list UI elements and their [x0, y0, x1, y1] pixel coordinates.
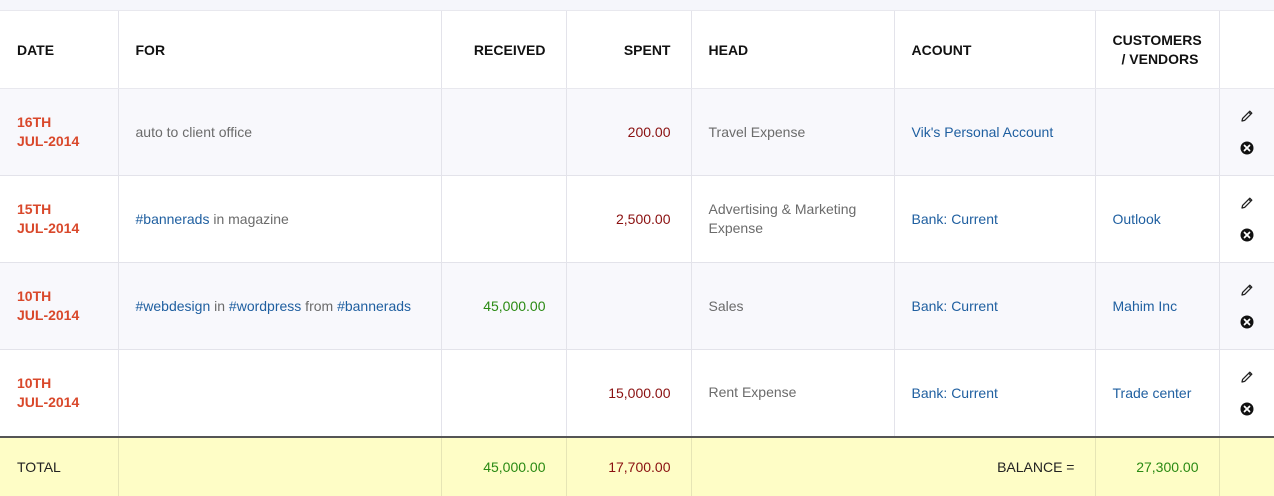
for-cell: auto to client office — [118, 88, 442, 176]
pencil-icon[interactable] — [1239, 108, 1255, 124]
actions-cell — [1219, 175, 1274, 263]
hashtag-link[interactable]: #webdesign — [136, 298, 211, 314]
top-strip — [0, 0, 1274, 11]
account-cell: Vik's Personal Account — [894, 88, 1096, 176]
customer-link[interactable]: Mahim Inc — [1113, 298, 1178, 314]
hashtag-link[interactable]: #wordpress — [229, 298, 301, 314]
head-cell: Travel Expense — [691, 88, 895, 176]
spent-cell: 200.00 — [566, 88, 692, 176]
total-label: TOTAL — [0, 436, 119, 496]
total-actions-empty — [1219, 436, 1274, 496]
received-cell: 45,000.00 — [441, 262, 567, 350]
actions-cell — [1219, 349, 1274, 438]
date-cell: 10TH JUL-2014 — [0, 349, 119, 438]
for-text: auto to client office — [135, 124, 252, 140]
received-cell — [441, 349, 567, 438]
table-row: 10TH JUL-2014 15,000.00 Rent Expense Bank: C… — [0, 349, 1274, 438]
customer-cell: Outlook — [1095, 175, 1220, 263]
col-head-header[interactable]: HEAD — [691, 11, 895, 89]
date-cell: 10TH JUL-2014 — [0, 262, 119, 350]
account-link[interactable]: Bank: Current — [912, 211, 998, 227]
close-circle-icon[interactable] — [1239, 227, 1255, 243]
totals-row: TOTAL 45,000.00 17,700.00 BALANCE = 27,3… — [0, 436, 1274, 496]
total-for-empty — [118, 436, 442, 496]
table-row: 15TH JUL-2014 #bannerads in magazine 2,500.… — [0, 175, 1274, 263]
date-month-year: JUL-2014 — [17, 393, 80, 410]
actions-cell — [1219, 262, 1274, 350]
total-spent: 17,700.00 — [566, 436, 692, 496]
account-link[interactable]: Bank: Current — [912, 298, 998, 314]
col-account-header[interactable]: ACOUNT — [894, 11, 1096, 89]
date-day: 16TH — [17, 114, 52, 130]
customer-cell: Mahim Inc — [1095, 262, 1220, 350]
col-customers-header-line2: / VENDORS — [1121, 50, 1199, 67]
spent-cell: 15,000.00 — [566, 349, 692, 438]
close-circle-icon[interactable] — [1239, 401, 1255, 417]
table-body: 16TH JUL-2014 auto to client office 200.00 T… — [0, 88, 1274, 438]
for-cell — [118, 349, 442, 438]
date-day: 10TH — [17, 288, 52, 304]
total-received: 45,000.00 — [441, 436, 567, 496]
transactions-table: DATE FOR RECEIVED SPENT HEAD ACOUNT CUST… — [0, 11, 1274, 496]
date-day: 15TH — [17, 201, 52, 217]
account-cell: Bank: Current — [894, 262, 1096, 350]
head-cell: Rent Expense — [691, 349, 895, 438]
date-month-year: JUL-2014 — [17, 133, 80, 149]
balance-label: BALANCE = — [691, 436, 1096, 496]
hashtag-link[interactable]: #bannerads — [136, 211, 210, 227]
spent-cell — [566, 262, 692, 350]
account-link[interactable]: Bank: Current — [912, 385, 998, 401]
head-cell: Advertising & Marketing Expense — [691, 175, 895, 263]
customer-link[interactable]: Trade center — [1113, 385, 1192, 401]
balance-value: 27,300.00 — [1095, 436, 1220, 496]
account-link[interactable]: Vik's Personal Account — [912, 124, 1054, 140]
for-cell: #webdesign in #wordpress from #bannerads — [118, 262, 442, 350]
date-cell: 16TH JUL-2014 — [0, 88, 119, 176]
date-day: 10TH — [17, 374, 52, 391]
col-for-header[interactable]: FOR — [118, 11, 442, 89]
account-cell: Bank: Current — [894, 175, 1096, 263]
for-text: from — [301, 298, 338, 314]
table-row: 10TH JUL-2014 #webdesign in #wordpress fro… — [0, 262, 1274, 350]
date-month-year: JUL-2014 — [17, 220, 80, 236]
col-actions-header — [1219, 11, 1274, 89]
customer-cell: Trade center — [1095, 349, 1220, 438]
spent-cell: 2,500.00 — [566, 175, 692, 263]
customer-cell — [1095, 88, 1220, 176]
account-cell: Bank: Current — [894, 349, 1096, 438]
pencil-icon[interactable] — [1239, 282, 1255, 298]
customer-link[interactable]: Outlook — [1113, 211, 1161, 227]
hashtag-link[interactable]: #bannerads — [337, 298, 411, 314]
pencil-icon[interactable] — [1239, 195, 1255, 211]
actions-cell — [1219, 88, 1274, 176]
col-customers-header-line1: CUSTOMERS — [1112, 31, 1202, 48]
col-spent-header[interactable]: SPENT — [566, 11, 692, 89]
for-text: in magazine — [209, 211, 289, 227]
col-received-header[interactable]: RECEIVED — [441, 11, 567, 89]
received-cell — [441, 88, 567, 176]
header-row: DATE FOR RECEIVED SPENT HEAD ACOUNT CUST… — [0, 11, 1274, 89]
for-cell: #bannerads in magazine — [118, 175, 442, 263]
close-circle-icon[interactable] — [1239, 140, 1255, 156]
col-customers-header[interactable]: CUSTOMERS / VENDORS — [1095, 11, 1220, 89]
received-cell — [441, 175, 567, 263]
date-month-year: JUL-2014 — [17, 307, 80, 323]
close-circle-icon[interactable] — [1239, 314, 1255, 330]
pencil-icon[interactable] — [1239, 369, 1255, 385]
head-cell: Sales — [691, 262, 895, 350]
date-cell: 15TH JUL-2014 — [0, 175, 119, 263]
col-date-header[interactable]: DATE — [0, 11, 119, 89]
for-text: in — [210, 298, 229, 314]
table-row: 16TH JUL-2014 auto to client office 200.00 T… — [0, 88, 1274, 176]
